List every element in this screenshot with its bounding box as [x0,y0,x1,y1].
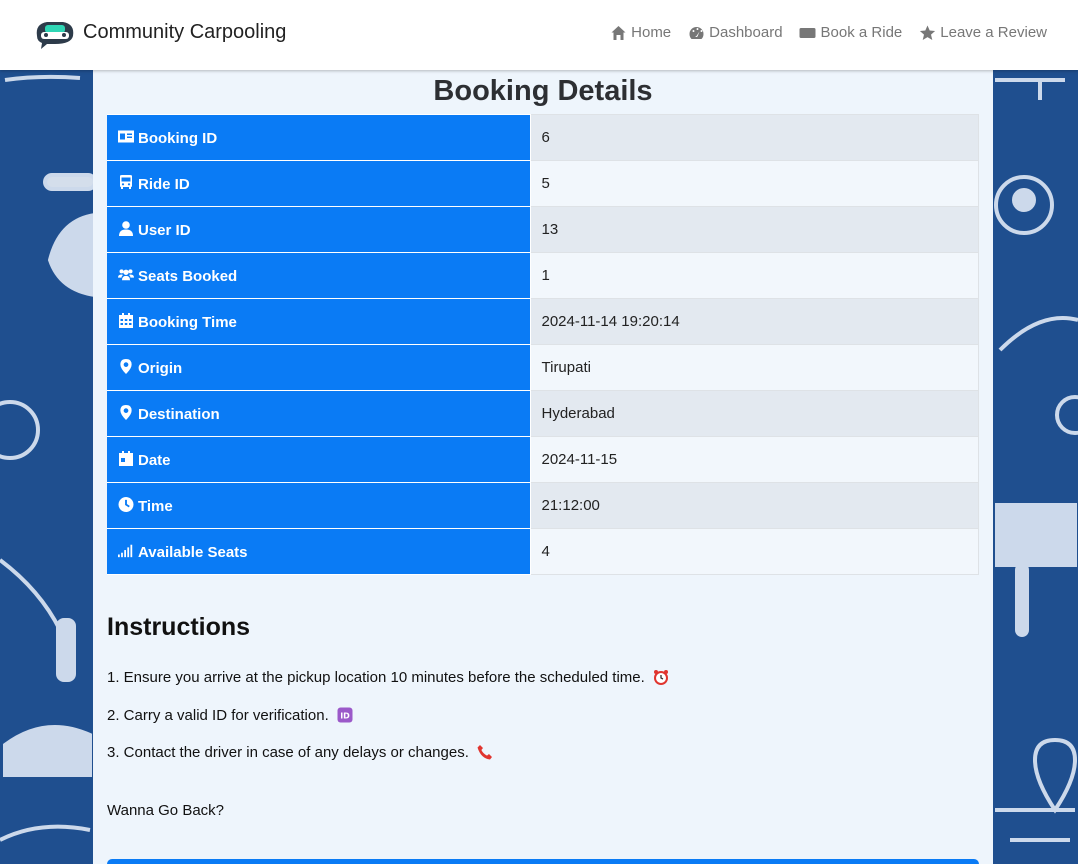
instruction-item: 1. Ensure you arrive at the pickup locat… [107,668,669,688]
table-row: Time 21:12:00 [107,482,979,529]
row-label-cell: Booking ID [107,114,531,161]
carpool-logo-icon [36,22,74,49]
table-row: User ID 13 [107,206,979,253]
map-pin-icon [118,358,135,374]
brand-name: Community Carpooling [83,21,287,43]
user-id-label: User ID [138,221,191,239]
booking-id-label: Booking ID [138,129,218,147]
destination-label: Destination [138,405,220,423]
ride-id-label: Ride ID [138,175,190,193]
navbar: Community Carpooling Home Dashboard Book… [0,0,1078,70]
row-label-cell: Destination [107,390,531,437]
instructions-heading: Instructions [107,613,251,641]
booking-id-value: 6 [529,114,979,161]
nav-home-link[interactable]: Home [609,24,671,41]
booking-details-panel: Booking Details Booking ID 6 Ride ID 5 U… [93,70,993,864]
origin-value: Tirupati [529,344,979,391]
user-icon [118,220,135,236]
brand[interactable]: Community Carpooling [33,14,286,50]
row-label-cell: Seats Booked [107,252,531,299]
table-row: Destination Hyderabad [107,390,979,437]
seats-booked-value: 1 [529,252,979,299]
row-label-cell: Time [107,482,531,529]
bus-icon [118,174,135,189]
home-icon [609,25,627,41]
nav-review-link[interactable]: Leave a Review [918,24,1047,41]
row-label-cell: Origin [107,344,531,391]
available-seats-label: Available Seats [138,543,248,561]
table-row: Booking Time 2024-11-14 19:20:14 [107,298,979,345]
instruction-item: 2. Carry a valid ID for verification. ID [107,706,353,726]
instruction-text: 3. Contact the driver in case of any del… [107,744,469,761]
nav-home-label: Home [631,24,672,41]
calendar-day-icon [118,450,135,466]
nav-links: Home Dashboard Book a Ride Leave a Revie… [609,24,1047,41]
table-row: Origin Tirupati [107,344,979,391]
star-icon [918,25,936,41]
nav-dashboard-link[interactable]: Dashboard [687,24,783,41]
user-id-value: 13 [529,206,979,253]
go-back-button[interactable] [107,859,979,864]
nav-dashboard-label: Dashboard [709,24,783,41]
id-emoji-icon: ID [337,707,353,723]
instruction-text: 2. Carry a valid ID for verification. [107,707,329,724]
instruction-text: 1. Ensure you arrive at the pickup locat… [107,669,645,686]
booking-details-table: Booking ID 6 Ride ID 5 User ID 13 Seats … [107,114,979,575]
booking-time-value: 2024-11-14 19:20:14 [529,298,979,345]
table-row: Date 2024-11-15 [107,436,979,483]
row-label-cell: Available Seats [107,528,531,575]
destination-value: Hyderabad [529,390,979,437]
table-row: Seats Booked 1 [107,252,979,299]
row-label-cell: User ID [107,206,531,253]
date-label: Date [138,451,171,469]
row-label-cell: Booking Time [107,298,531,345]
row-label-cell: Ride ID [107,160,531,207]
telephone-emoji-icon [477,745,493,760]
signal-icon [118,543,135,557]
booking-time-label: Booking Time [138,313,237,331]
table-row: Available Seats 4 [107,528,979,575]
alarm-clock-emoji-icon [653,670,668,685]
time-value: 21:12:00 [529,482,979,529]
clock-icon [118,496,135,512]
date-value: 2024-11-15 [529,436,979,483]
id-card-icon [118,129,135,143]
instruction-item: 3. Contact the driver in case of any del… [107,743,493,763]
ride-id-value: 5 [529,160,979,207]
row-label-cell: Date [107,436,531,483]
map-pin-icon [118,404,135,420]
calendar-icon [118,312,135,328]
nav-review-label: Leave a Review [940,24,1047,41]
seats-booked-label: Seats Booked [138,267,238,285]
origin-label: Origin [138,359,183,377]
table-row: Ride ID 5 [107,160,979,207]
page-title: Booking Details [433,75,653,107]
ticket-icon [799,25,817,41]
svg-text:ID: ID [340,712,350,721]
users-icon [118,267,135,281]
nav-book-ride-label: Book a Ride [820,24,903,41]
available-seats-value: 4 [529,528,979,575]
go-back-prompt: Wanna Go Back? [107,802,225,819]
time-label: Time [138,497,173,515]
table-row: Booking ID 6 [107,114,979,161]
gauge-icon [687,25,705,41]
nav-book-ride-link[interactable]: Book a Ride [799,24,903,41]
